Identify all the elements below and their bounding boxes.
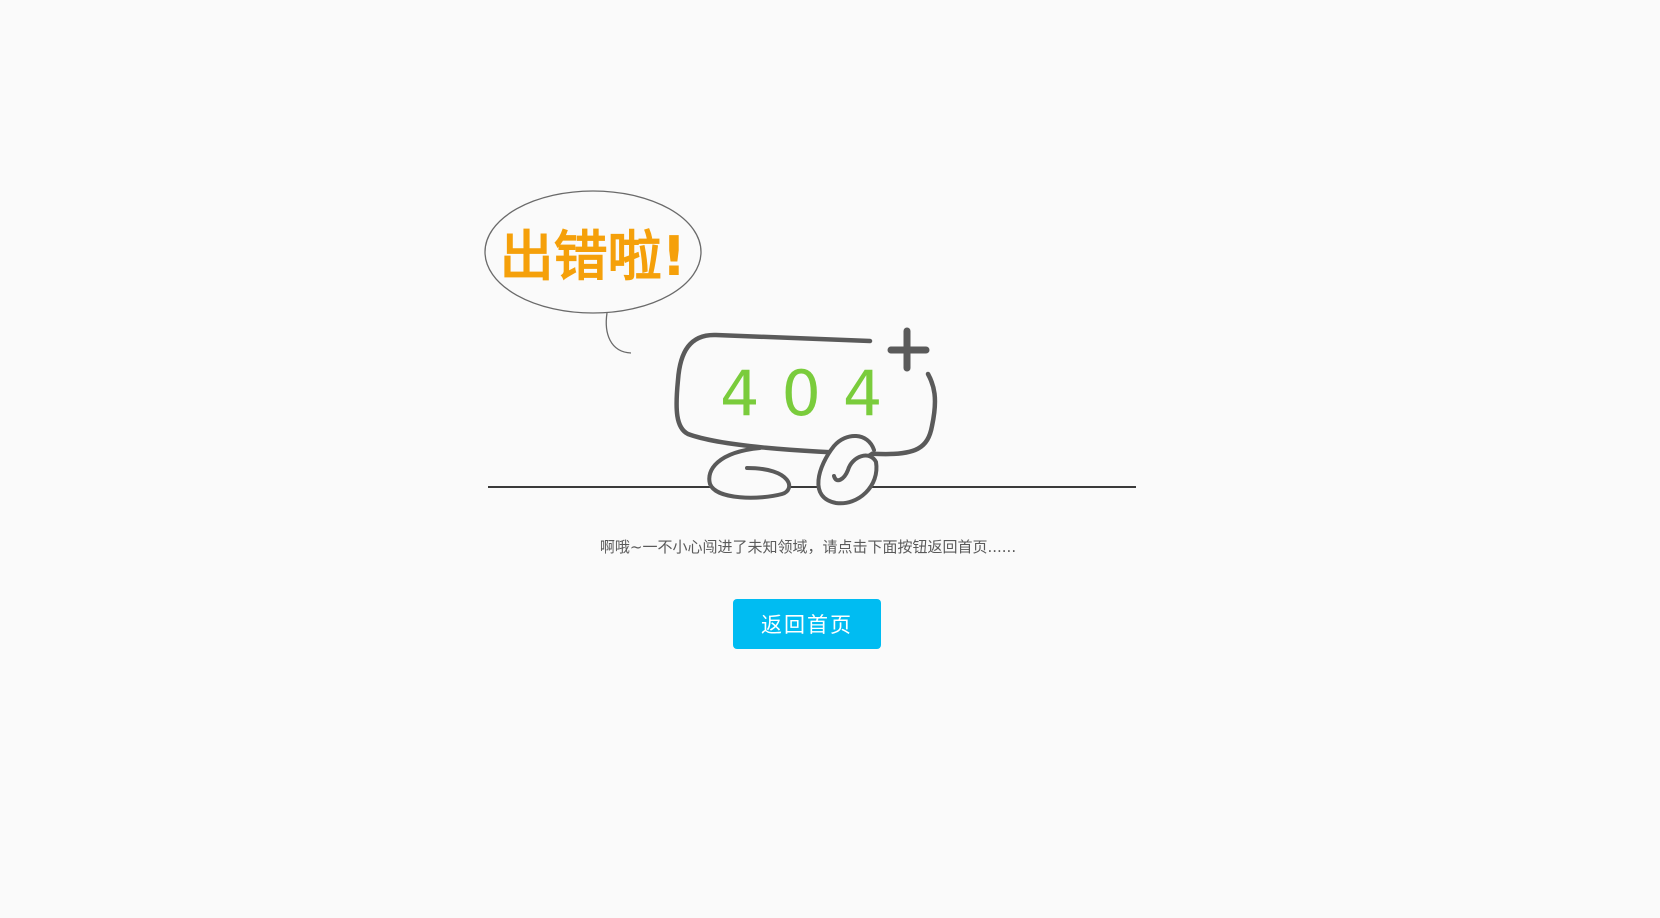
left-foot (707, 446, 792, 500)
speech-bubble: 出错啦! (484, 190, 702, 354)
sign-404: 404 (674, 327, 938, 457)
sign-404-text: 404 (720, 357, 904, 430)
right-foot (816, 434, 879, 506)
error-message: 啊哦~一不小心闯进了未知领域，请点击下面按钮返回首页...... (599, 538, 1017, 556)
error-404-illustration: 出错啦! 404 (484, 190, 1136, 506)
return-home-button[interactable]: 返回首页 (733, 599, 881, 649)
bubble-text: 出错啦! (500, 225, 687, 288)
error-page: 出错啦! 404 啊哦~一不小心闯进了未知领域，请点击下面按钮返回首页.....… (0, 0, 1660, 918)
